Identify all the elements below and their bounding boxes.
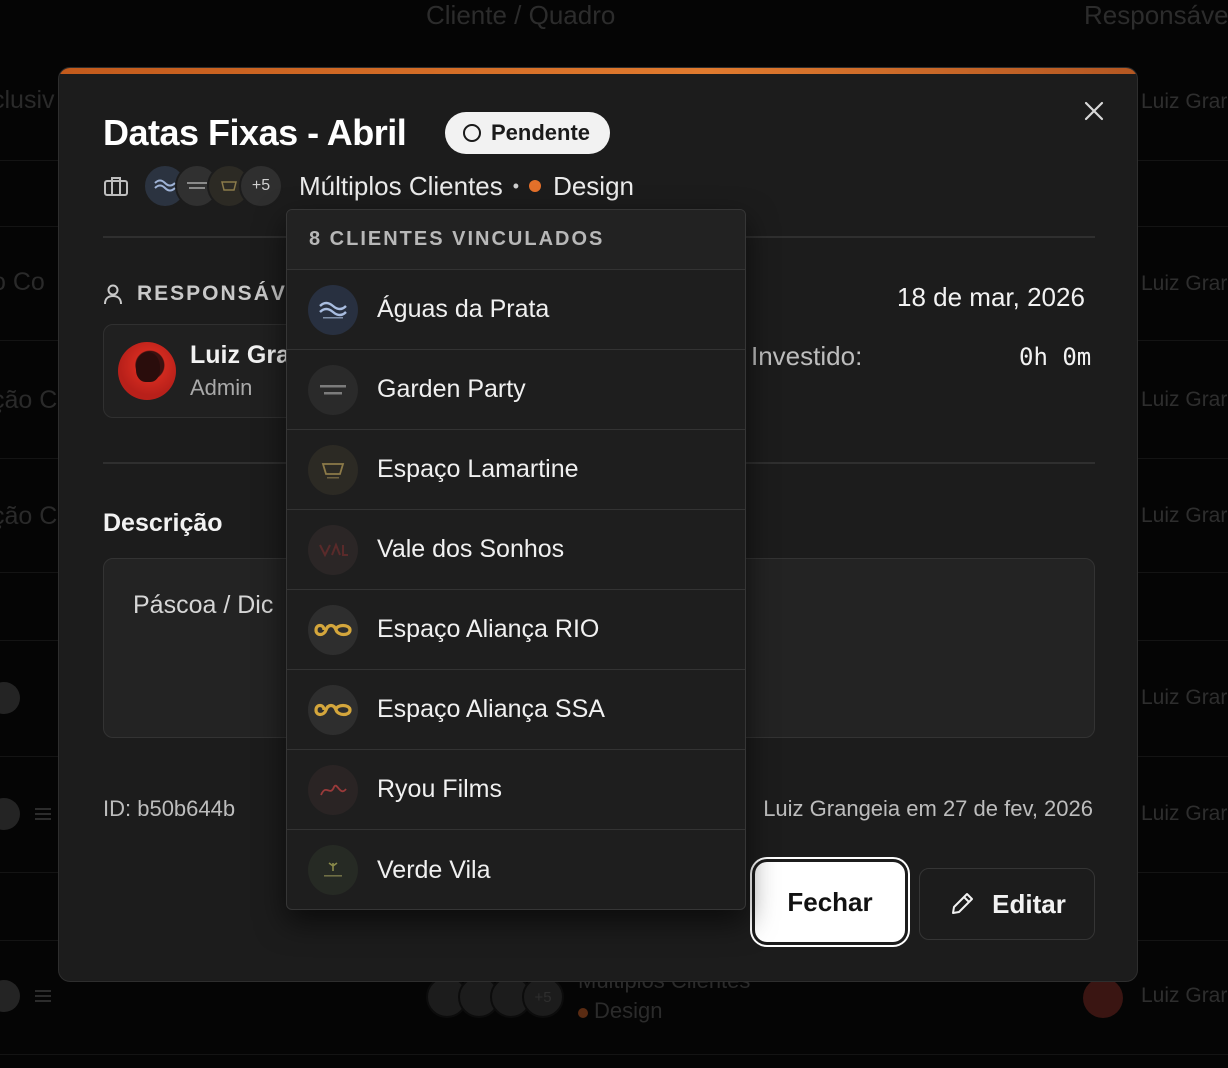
task-title: Datas Fixas - Abril (103, 112, 407, 153)
row-category-label: Design (594, 998, 663, 1023)
row-title-fragment: ção C (0, 502, 58, 530)
client-item[interactable]: Espaço Lamartine (287, 430, 745, 510)
client-item[interactable]: Águas da Prata (287, 270, 745, 350)
invested-value: 0h 0m (1019, 343, 1092, 371)
linked-clients-dropdown: 8 CLIENTES VINCULADOS Águas da Prata Gar… (286, 209, 746, 910)
verde-vila-logo (308, 845, 358, 895)
row-responsible: Luiz Grar (1141, 504, 1228, 527)
meta-separator: • (512, 175, 520, 196)
dropdown-header: 8 CLIENTES VINCULADOS (287, 210, 745, 270)
client-item[interactable]: Espaço Aliança RIO (287, 590, 745, 670)
person-icon (104, 284, 122, 305)
garden-party-logo (308, 364, 358, 415)
alianca-logo (308, 604, 358, 655)
responsible-role: Admin (190, 375, 253, 400)
alianca-logo (308, 684, 358, 735)
modal-accent-bar (59, 68, 1137, 74)
category-dot (529, 180, 542, 192)
column-header-responsible: Responsáve (1084, 0, 1228, 30)
description-lines-icon (35, 808, 51, 820)
row-title-fragment: o Co (0, 268, 45, 296)
client-meta-row: +5 Múltiplos Clientes • Design (103, 164, 634, 208)
client-item[interactable]: Espaço Aliança SSA (287, 670, 745, 750)
client-meta: Múltiplos Clientes • Design (299, 171, 634, 202)
client-name: Verde Vila (377, 855, 491, 884)
created-by-text: Luiz Grangeia em 27 de fev, 2026 (763, 796, 1093, 821)
responsible-label: RESPONSÁVE (137, 282, 303, 305)
client-item[interactable]: Garden Party (287, 350, 745, 430)
circle-icon (463, 124, 481, 142)
briefcase-icon (104, 177, 128, 196)
client-name: Ryou Films (377, 775, 503, 803)
close-button[interactable]: Fechar (755, 862, 905, 942)
invested-label: Investido: (751, 341, 863, 371)
row-responsible: Luiz Grar (1141, 984, 1228, 1007)
row-category: Design (578, 998, 662, 1024)
responsible-name: Luiz Gra (190, 341, 291, 369)
pencil-icon (952, 893, 974, 914)
client-name: Garden Party (377, 375, 526, 403)
description-text: Páscoa / Dic (133, 591, 274, 619)
client-name: Espaço Aliança SSA (377, 695, 605, 723)
row-divider (0, 1054, 1228, 1055)
row-client-avatars: +5 (426, 976, 564, 1018)
description-lines-icon (35, 990, 51, 1002)
row-status-badge (0, 980, 20, 1012)
row-status-badge (0, 798, 20, 830)
row-status-badge (0, 682, 20, 714)
client-name: Espaço Lamartine (377, 455, 579, 483)
due-date: 18 de mar, 2026 (897, 282, 1085, 312)
row-responsible: Luiz Grar (1141, 388, 1228, 411)
row-responsible: Luiz Grar (1141, 90, 1228, 113)
description-title: Descrição (103, 509, 223, 537)
row-responsible: Luiz Grar (1141, 686, 1228, 709)
client-name: Vale dos Sonhos (377, 535, 565, 563)
status-label: Pendente (491, 120, 591, 145)
aguas-da-prata-logo (308, 284, 358, 335)
espaco-lamartine-logo (308, 444, 358, 495)
avatar (118, 342, 176, 400)
category-dot (578, 1008, 588, 1018)
task-id: ID: b50b644b (103, 796, 236, 821)
responsible-section-label: RESPONSÁVE (103, 282, 303, 306)
edit-button[interactable]: Editar (919, 868, 1095, 940)
category-label: Design (553, 170, 634, 201)
row-responsible: Luiz Grar (1141, 272, 1228, 295)
ryou-films-logo (308, 764, 358, 815)
client-more-count: +5 (239, 164, 283, 208)
client-more-count: +5 (522, 976, 564, 1018)
status-badge[interactable]: Pendente (445, 112, 611, 154)
row-title-fragment: ção C (0, 386, 58, 414)
edit-label: Editar (992, 888, 1066, 919)
column-header-client: Cliente / Quadro (426, 0, 616, 30)
client-name: Águas da Prata (377, 295, 550, 323)
client-item[interactable]: Ryou Films (287, 750, 745, 830)
close-icon[interactable] (1081, 98, 1107, 124)
vale-dos-sonhos-logo (308, 524, 358, 575)
clients-label: Múltiplos Clientes (299, 170, 503, 201)
client-item[interactable]: Vale dos Sonhos (287, 510, 745, 590)
client-item[interactable]: Verde Vila (287, 830, 745, 909)
client-avatar-stack[interactable]: +5 (143, 164, 283, 208)
avatar (1083, 978, 1123, 1018)
client-name: Espaço Aliança RIO (377, 615, 600, 643)
row-responsible: Luiz Grar (1141, 802, 1228, 825)
row-title-fragment: clusiv (0, 86, 55, 114)
